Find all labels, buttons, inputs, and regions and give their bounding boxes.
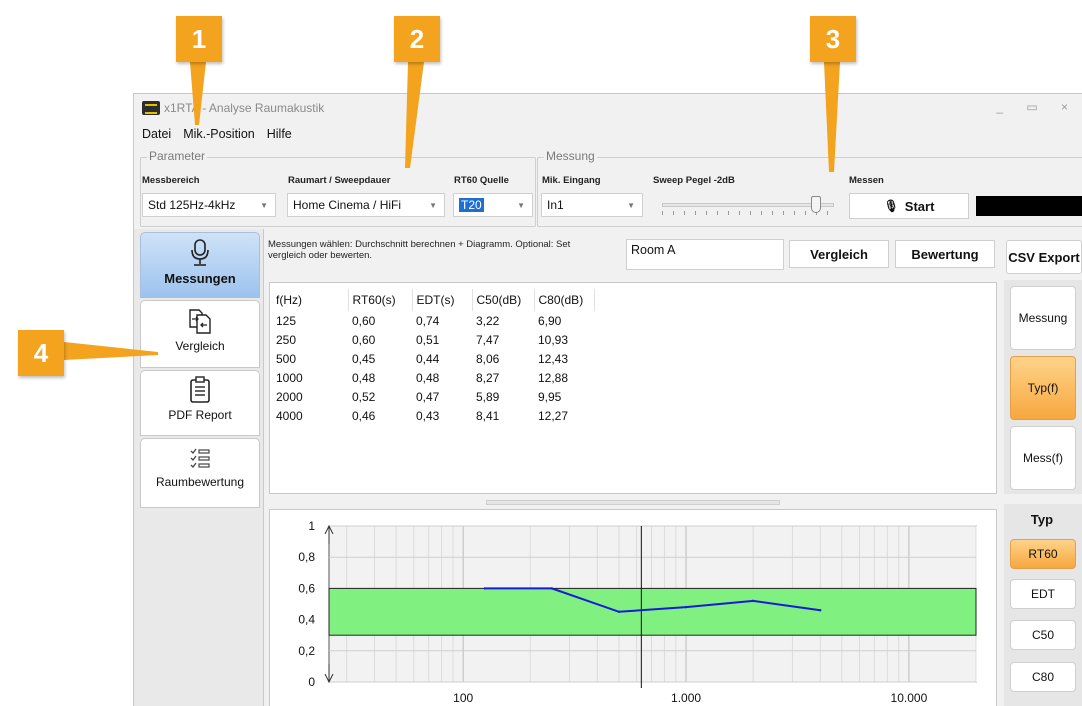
callout-3: 3 xyxy=(810,16,856,62)
callout-pointers xyxy=(64,62,840,360)
callout-1: 1 xyxy=(176,16,222,62)
callout-4: 4 xyxy=(18,330,64,376)
callout-2: 2 xyxy=(394,16,440,62)
